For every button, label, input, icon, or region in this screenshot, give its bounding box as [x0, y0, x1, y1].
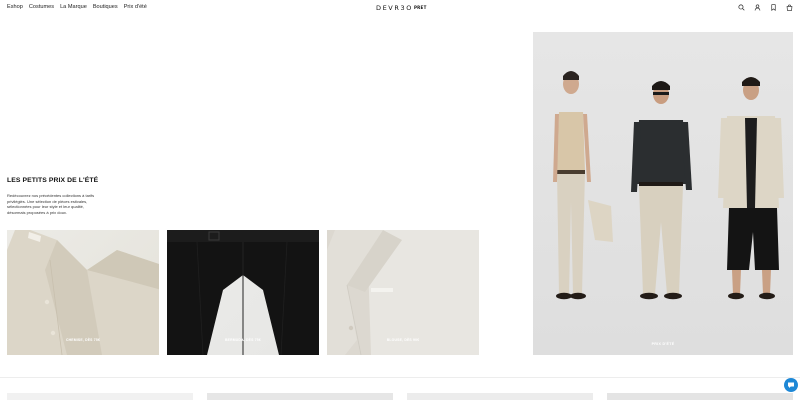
- nav-costumes[interactable]: Costumes: [29, 4, 54, 10]
- product-card-next-2[interactable]: [207, 393, 393, 400]
- product-card-next-4[interactable]: [607, 393, 793, 400]
- logo-sub: PRET: [413, 5, 427, 10]
- hero-label: PRIX D'ÉTÉ: [651, 342, 675, 346]
- product-card-blouse[interactable]: BLOUSE, DÈS 90€: [327, 230, 479, 355]
- bermuda-image: [167, 230, 319, 355]
- chat-icon: [788, 382, 794, 388]
- section-divider: [0, 377, 800, 378]
- product-label-blouse: BLOUSE, DÈS 90€: [386, 338, 420, 342]
- product-label-bermuda: BERMUDA, DÈS 75€: [225, 338, 261, 342]
- nav-eshop[interactable]: Eshop: [7, 4, 23, 10]
- nav-boutiques[interactable]: Boutiques: [93, 4, 118, 10]
- product-label-shirt: CHEMISE, DÈS 75€: [65, 338, 101, 342]
- product-card-next-1[interactable]: [7, 393, 193, 400]
- header-actions: [738, 4, 793, 11]
- account-icon[interactable]: [754, 4, 761, 11]
- product-card-bermuda[interactable]: BERMUDA, DÈS 75€: [167, 230, 319, 355]
- models-image: [553, 71, 784, 300]
- bookmark-icon[interactable]: [770, 4, 777, 11]
- section-description: Redécouvrez nos précédentes collections …: [7, 193, 95, 215]
- nav-prix-ete[interactable]: Prix d'été: [124, 4, 147, 10]
- site-header: Eshop Costumes La Marque Boutiques Prix …: [0, 0, 800, 16]
- model-right: [718, 77, 784, 300]
- section-title: LES PETITS PRIX DE L'ÉTÉ: [7, 177, 99, 184]
- model-center: [631, 81, 692, 300]
- hero-banner[interactable]: PRIX D'ÉTÉ: [533, 32, 793, 355]
- product-card-next-3[interactable]: [407, 393, 593, 400]
- shirt-image: [7, 230, 159, 355]
- bag-icon[interactable]: [786, 4, 793, 11]
- model-left: [553, 71, 613, 300]
- nav-la-marque[interactable]: La Marque: [60, 4, 87, 10]
- logo-wordmark: DEVR3O: [376, 4, 413, 12]
- search-icon[interactable]: [738, 4, 745, 11]
- chat-button[interactable]: [784, 378, 798, 392]
- brand-logo[interactable]: DEVR3OPRET: [376, 4, 427, 12]
- product-card-shirt[interactable]: CHEMISE, DÈS 75€: [7, 230, 159, 355]
- blouse-image: [327, 230, 479, 355]
- main-nav: Eshop Costumes La Marque Boutiques Prix …: [7, 4, 147, 10]
